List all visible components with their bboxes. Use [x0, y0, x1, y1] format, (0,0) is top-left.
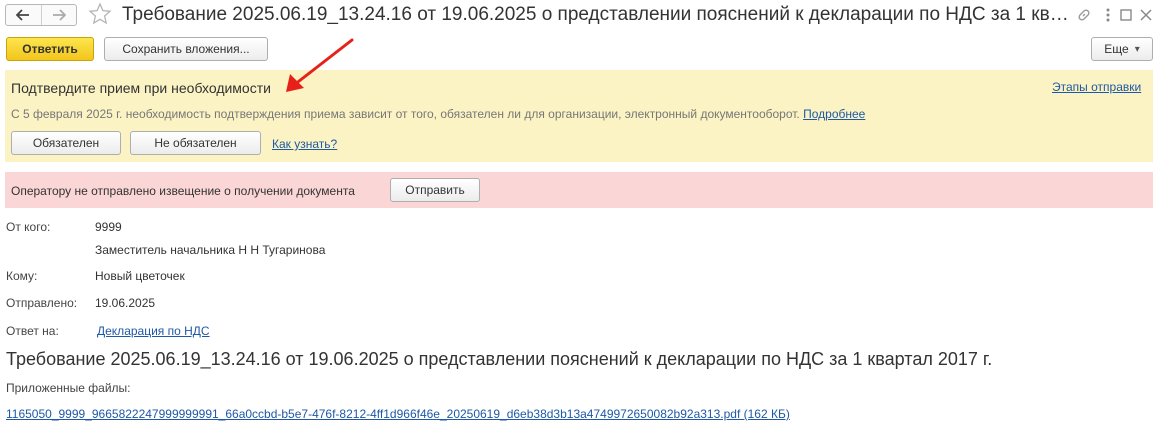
chevron-down-icon: ▾	[1134, 43, 1140, 55]
sent-label: Отправлено:	[6, 296, 78, 310]
more-actions-label: Еще	[1104, 42, 1129, 56]
notice-text: Оператору не отправлено извещение о полу…	[11, 184, 355, 198]
confirm-panel-title: Подтвердите прием при необходимости	[11, 80, 271, 96]
window-title: Требование 2025.06.19_13.24.16 от 19.06.…	[122, 4, 1069, 25]
reply-button[interactable]: Ответить	[6, 37, 94, 61]
required-button[interactable]: Обязателен	[11, 131, 121, 155]
more-actions-button[interactable]: Еще ▾	[1091, 37, 1153, 61]
back-arrow-icon	[16, 9, 30, 21]
back-button[interactable]	[6, 5, 41, 25]
sent-value: 19.06.2025	[95, 296, 156, 310]
attachment-file-link[interactable]: 1165050_9999_9665822247999999991_66a0ccb…	[6, 407, 790, 421]
more-vertical-icon[interactable]	[1098, 5, 1118, 25]
maximize-icon[interactable]	[1116, 5, 1136, 25]
reply-to-label: Ответ на:	[6, 324, 59, 338]
confirm-panel-description: С 5 февраля 2025 г. необходимость подтве…	[11, 107, 865, 121]
not-required-button[interactable]: Не обязателен	[130, 131, 261, 155]
from-name: Заместитель начальника Н Н Тугаринова	[95, 243, 326, 257]
history-navigation	[5, 4, 77, 26]
send-notice-button[interactable]: Отправить	[390, 178, 480, 202]
sending-stages-link[interactable]: Этапы отправки	[1052, 80, 1141, 94]
favorite-star-icon[interactable]	[88, 2, 112, 26]
more-info-link[interactable]: Подробнее	[803, 107, 865, 121]
from-label: От кого:	[6, 220, 51, 234]
reply-to-link[interactable]: Декларация по НДС	[97, 324, 210, 338]
from-code: 9999	[95, 220, 122, 234]
forward-arrow-icon	[52, 9, 66, 21]
link-icon[interactable]	[1074, 5, 1094, 25]
to-value: Новый цветочек	[95, 269, 185, 283]
attachments-label: Приложенные файлы:	[6, 381, 131, 395]
description-text: С 5 февраля 2025 г. необходимость подтве…	[11, 107, 800, 121]
save-attachments-button[interactable]: Сохранить вложения...	[104, 37, 268, 61]
forward-button[interactable]	[40, 5, 77, 25]
to-label: Кому:	[6, 269, 38, 283]
how-to-know-link[interactable]: Как узнать?	[272, 137, 337, 151]
document-heading: Требование 2025.06.19_13.24.16 от 19.06.…	[6, 349, 993, 369]
annotation-arrow-icon	[286, 38, 354, 92]
close-icon[interactable]	[1136, 5, 1156, 25]
